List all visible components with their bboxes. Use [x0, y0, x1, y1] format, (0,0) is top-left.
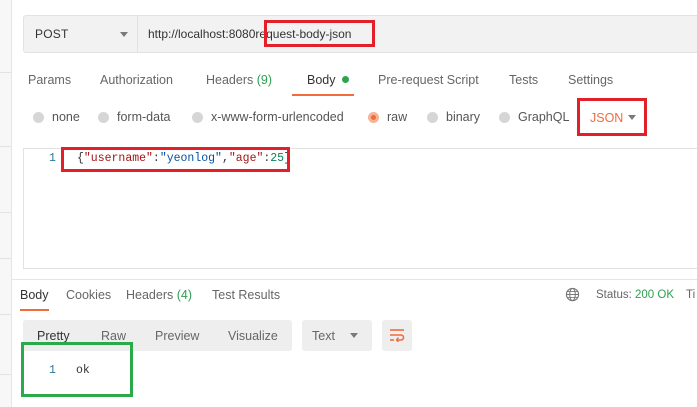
- tab-body[interactable]: Body: [307, 73, 349, 87]
- response-tab-test-results[interactable]: Test Results: [212, 288, 280, 302]
- radio-circle-icon: [98, 111, 109, 123]
- radio-circle-icon: [192, 111, 203, 123]
- time-label: Ti: [686, 289, 696, 301]
- chevron-down-icon: [628, 115, 636, 120]
- url-text: http://localhost:8080request-body-json: [148, 27, 351, 41]
- wrap-lines-icon: [390, 329, 405, 342]
- tab-body-label: Body: [307, 73, 336, 87]
- radio-label: form-data: [117, 110, 171, 124]
- response-divider: [11, 279, 697, 280]
- sidebar-divider: [0, 314, 11, 315]
- radio-none[interactable]: none: [33, 110, 80, 124]
- raw-format-label: JSON: [590, 111, 624, 125]
- status-label: Status:: [596, 289, 632, 301]
- radio-label: binary: [446, 110, 481, 124]
- response-tab-headers-label: Headers: [126, 288, 174, 302]
- tab-headers[interactable]: Headers (9): [206, 73, 272, 87]
- radio-form-data[interactable]: form-data: [98, 110, 171, 124]
- sidebar-divider: [0, 374, 11, 375]
- status-value: 200 OK: [635, 289, 674, 301]
- wrap-lines-button[interactable]: [382, 320, 412, 351]
- response-headers-count: (4): [176, 288, 193, 302]
- radio-graphql[interactable]: GraphQL: [499, 110, 569, 124]
- radio-label: x-www-form-urlencoded: [211, 110, 344, 124]
- url-input[interactable]: http://localhost:8080request-body-json: [138, 15, 697, 53]
- tab-authorization[interactable]: Authorization: [100, 73, 173, 87]
- sidebar-divider: [0, 146, 11, 147]
- view-mode-group: Pretty Raw Preview Visualize: [23, 320, 292, 351]
- chevron-down-icon: [350, 333, 358, 338]
- headers-count: (9): [256, 73, 273, 87]
- sidebar-divider: [0, 258, 11, 259]
- radio-label: none: [52, 110, 80, 124]
- view-pretty-button[interactable]: Pretty: [37, 329, 70, 343]
- modified-dot-icon: [341, 76, 349, 83]
- response-format-label: Text: [312, 329, 335, 343]
- radio-label: raw: [387, 110, 408, 124]
- tab-tests[interactable]: Tests: [509, 73, 538, 87]
- response-body-text: ok: [76, 364, 90, 377]
- brace-open: {: [77, 152, 84, 165]
- response-tab-body[interactable]: Body: [20, 288, 49, 302]
- radio-label: GraphQL: [518, 110, 570, 124]
- radio-selected-icon: [368, 111, 379, 123]
- radio-x-www-form-urlencoded[interactable]: x-www-form-urlencoded: [192, 110, 344, 124]
- editor-code-line: {"username":"yeonlog","age":25}: [77, 152, 291, 165]
- radio-circle-icon: [33, 111, 44, 123]
- view-raw-button[interactable]: Raw: [101, 329, 126, 343]
- radio-circle-icon: [427, 111, 438, 123]
- view-preview-button[interactable]: Preview: [155, 329, 199, 343]
- view-visualize-button[interactable]: Visualize: [228, 329, 278, 343]
- globe-icon[interactable]: [565, 287, 580, 302]
- radio-binary[interactable]: binary: [427, 110, 480, 124]
- tab-settings[interactable]: Settings: [568, 73, 613, 87]
- body-code-editor[interactable]: [23, 148, 697, 269]
- url-path: request-body-json: [255, 27, 352, 41]
- brace-close: }: [284, 152, 291, 165]
- active-tab-indicator: [292, 94, 354, 96]
- json-comma: ,: [221, 152, 229, 165]
- response-active-tab-indicator: [20, 309, 49, 311]
- sidebar-divider: [0, 212, 11, 213]
- url-base: http://localhost:8080: [148, 27, 256, 41]
- left-sidebar-strip: [0, 0, 12, 407]
- response-tab-cookies[interactable]: Cookies: [66, 288, 111, 302]
- method-label: POST: [35, 27, 69, 41]
- editor-line-number: 1: [49, 152, 56, 165]
- tab-headers-label: Headers: [206, 73, 254, 87]
- sidebar-divider: [0, 72, 11, 73]
- tab-params[interactable]: Params: [28, 73, 71, 87]
- raw-format-select[interactable]: JSON: [583, 103, 641, 131]
- chevron-down-icon: [120, 32, 128, 37]
- tab-pre-request-script[interactable]: Pre-request Script: [378, 73, 479, 87]
- json-value-username: "yeonlog": [159, 152, 222, 165]
- response-line-number: 1: [49, 364, 56, 377]
- method-select[interactable]: POST: [23, 15, 138, 53]
- json-colon: :: [152, 152, 160, 165]
- radio-circle-icon: [499, 111, 510, 123]
- json-value-age: 25: [270, 152, 285, 165]
- json-key-username: "username": [83, 152, 153, 165]
- json-key-age: "age": [228, 152, 264, 165]
- radio-raw[interactable]: raw: [368, 110, 407, 124]
- response-format-select[interactable]: Text: [302, 320, 372, 351]
- response-tab-headers[interactable]: Headers (4): [126, 288, 192, 302]
